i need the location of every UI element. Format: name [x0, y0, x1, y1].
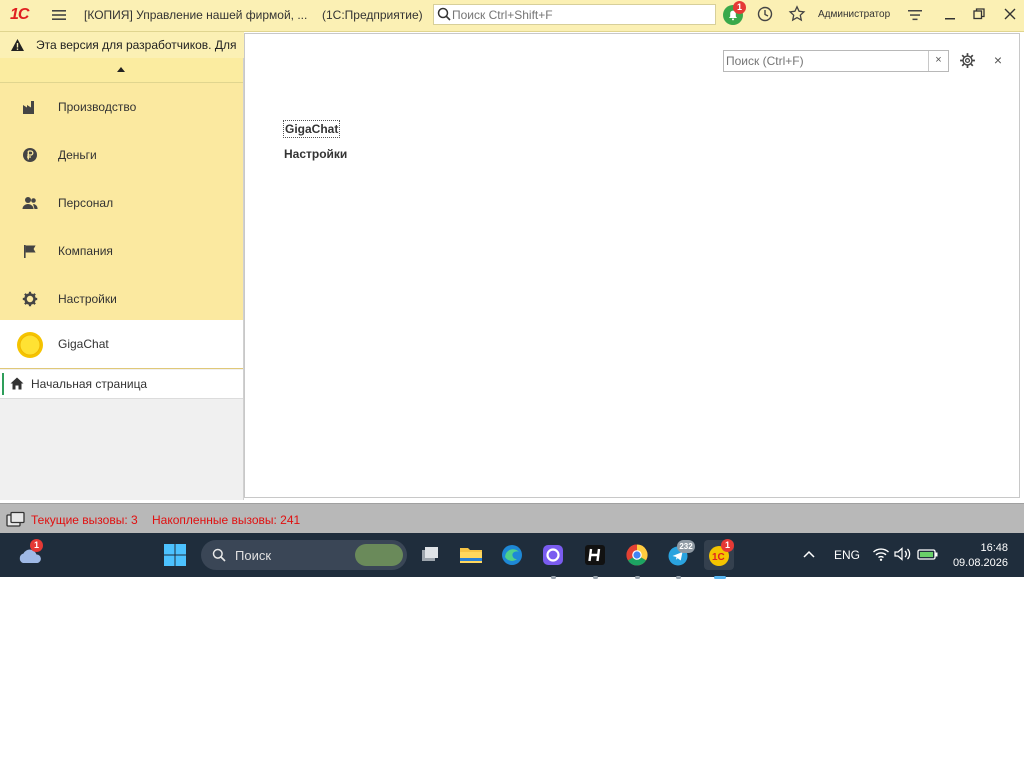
ruble-icon: [23, 148, 37, 162]
taskbar-chrome[interactable]: [622, 540, 652, 579]
search-highlight-image: [355, 544, 403, 566]
chat-app-icon: [543, 545, 563, 565]
form-search[interactable]: ×: [723, 50, 949, 72]
section-gigachat[interactable]: GigaChat: [0, 320, 243, 369]
search-icon: [212, 548, 226, 562]
gigachat-icon: [17, 332, 43, 358]
weather-widget[interactable]: 1: [18, 539, 44, 567]
gigachat-link[interactable]: GigaChat: [283, 120, 341, 138]
settings-link[interactable]: Настройки: [284, 147, 347, 161]
app-logo[interactable]: 1С: [10, 6, 29, 24]
restore-icon[interactable]: [972, 7, 986, 21]
section-label: Деньги: [58, 148, 97, 162]
notification-badge: 1: [733, 1, 746, 14]
taskbar-app-purple[interactable]: [538, 540, 568, 579]
home-page-label: Начальная страница: [31, 377, 148, 391]
section-personnel[interactable]: Персонал: [0, 179, 243, 227]
running-indicator: [635, 576, 640, 579]
section-label: Настройки: [58, 292, 117, 306]
gear-icon: [22, 291, 38, 307]
task-view-icon: [422, 547, 438, 561]
active-indicator: [714, 576, 726, 579]
people-icon: [22, 197, 38, 209]
edge-browser-icon: [502, 545, 522, 565]
section-label: Компания: [58, 244, 113, 258]
triangle-up-icon: [117, 67, 125, 72]
taskbar-telegram[interactable]: 232: [663, 540, 695, 579]
section-production[interactable]: Производство: [0, 83, 243, 131]
svg-text:1C: 1C: [712, 552, 725, 563]
platform-label: (1С:Предприятие): [322, 8, 423, 22]
favorites-star-icon[interactable]: [788, 5, 806, 23]
task-view-button[interactable]: [415, 540, 445, 570]
wifi-icon[interactable]: [872, 546, 890, 562]
form-search-input[interactable]: [726, 53, 926, 69]
taskbar-search[interactable]: Поиск: [201, 540, 407, 570]
flag-icon: [24, 245, 36, 258]
active-indicator: [2, 373, 4, 395]
taskbar-search-label: Поиск: [235, 548, 272, 563]
windows-icon[interactable]: [6, 511, 26, 529]
section-company[interactable]: Компания: [0, 227, 243, 275]
running-indicator: [551, 576, 556, 579]
running-indicator: [593, 576, 598, 579]
clear-search-button[interactable]: ×: [928, 51, 948, 71]
home-icon: [10, 377, 24, 390]
gear-icon[interactable]: [959, 52, 976, 69]
developer-warning-bar: Эта версия для разработчиков. Для: [0, 32, 244, 59]
chrome-icon: [626, 544, 648, 566]
h-app-icon: [585, 545, 605, 565]
search-icon: [437, 7, 451, 21]
weather-badge: 1: [30, 539, 43, 552]
warning-text: Эта версия для разработчиков. Для: [36, 38, 237, 52]
clock-time: 16:48: [980, 542, 1008, 554]
taskbar-edge[interactable]: [497, 540, 527, 570]
section-label: Персонал: [58, 196, 114, 210]
taskbar-explorer[interactable]: [456, 540, 486, 570]
section-list: Производство Деньги Персонал Компания На…: [0, 83, 243, 320]
chevron-up-icon[interactable]: [802, 548, 816, 560]
onec-badge: 1: [721, 539, 734, 552]
scroll-up-button[interactable]: [0, 58, 243, 83]
section-label: GigaChat: [58, 337, 109, 351]
battery-icon[interactable]: [917, 546, 939, 562]
telegram-badge: 232: [677, 540, 695, 553]
taskbar-app-h[interactable]: [580, 540, 610, 579]
minimize-icon[interactable]: [942, 6, 958, 22]
clock-date: 09.08.2026: [952, 557, 1008, 569]
close-form-button[interactable]: ×: [991, 52, 1005, 69]
accumulated-calls: Накопленные вызовы: 241: [152, 513, 301, 527]
section-settings[interactable]: Настройки: [0, 275, 243, 323]
windows-logo-icon: [164, 544, 186, 566]
warning-icon: [11, 39, 24, 51]
global-search-input[interactable]: [452, 6, 707, 23]
close-window-icon[interactable]: [1002, 6, 1018, 22]
running-indicator: [676, 576, 681, 579]
language-indicator[interactable]: ENG: [834, 548, 860, 562]
notifications-button[interactable]: 1: [722, 1, 746, 26]
global-search[interactable]: [433, 4, 716, 25]
start-button[interactable]: [160, 540, 190, 570]
window-title: [КОПИЯ] Управление нашей фирмой, ...: [84, 8, 308, 22]
title-bar: 1С [КОПИЯ] Управление нашей фирмой, ... …: [0, 0, 1024, 32]
volume-icon[interactable]: [893, 546, 913, 562]
system-clock[interactable]: 16:48 09.08.2026: [950, 541, 1008, 571]
current-calls: Текущие вызовы: 3: [31, 513, 138, 527]
sections-panel: Производство Деньги Персонал Компания На…: [0, 58, 244, 500]
factory-icon: [23, 101, 34, 114]
section-content: × × GigaChat Настройки: [244, 33, 1020, 498]
section-money[interactable]: Деньги: [0, 131, 243, 179]
hamburger-menu-icon[interactable]: [48, 4, 70, 26]
history-icon[interactable]: [756, 5, 774, 23]
home-page-tab[interactable]: Начальная страница: [0, 370, 243, 399]
section-label: Производство: [58, 100, 137, 114]
windows-taskbar: 1 Поиск 232 1C 1 ENG 16:48 09.08.2026: [0, 533, 1024, 579]
user-name[interactable]: Администратор: [818, 9, 890, 20]
settings-menu-icon[interactable]: [906, 6, 924, 24]
taskbar-1c[interactable]: 1C 1: [704, 539, 734, 579]
status-bar: Текущие вызовы: 3 Накопленные вызовы: 24…: [0, 503, 1024, 534]
folder-icon: [460, 548, 482, 563]
